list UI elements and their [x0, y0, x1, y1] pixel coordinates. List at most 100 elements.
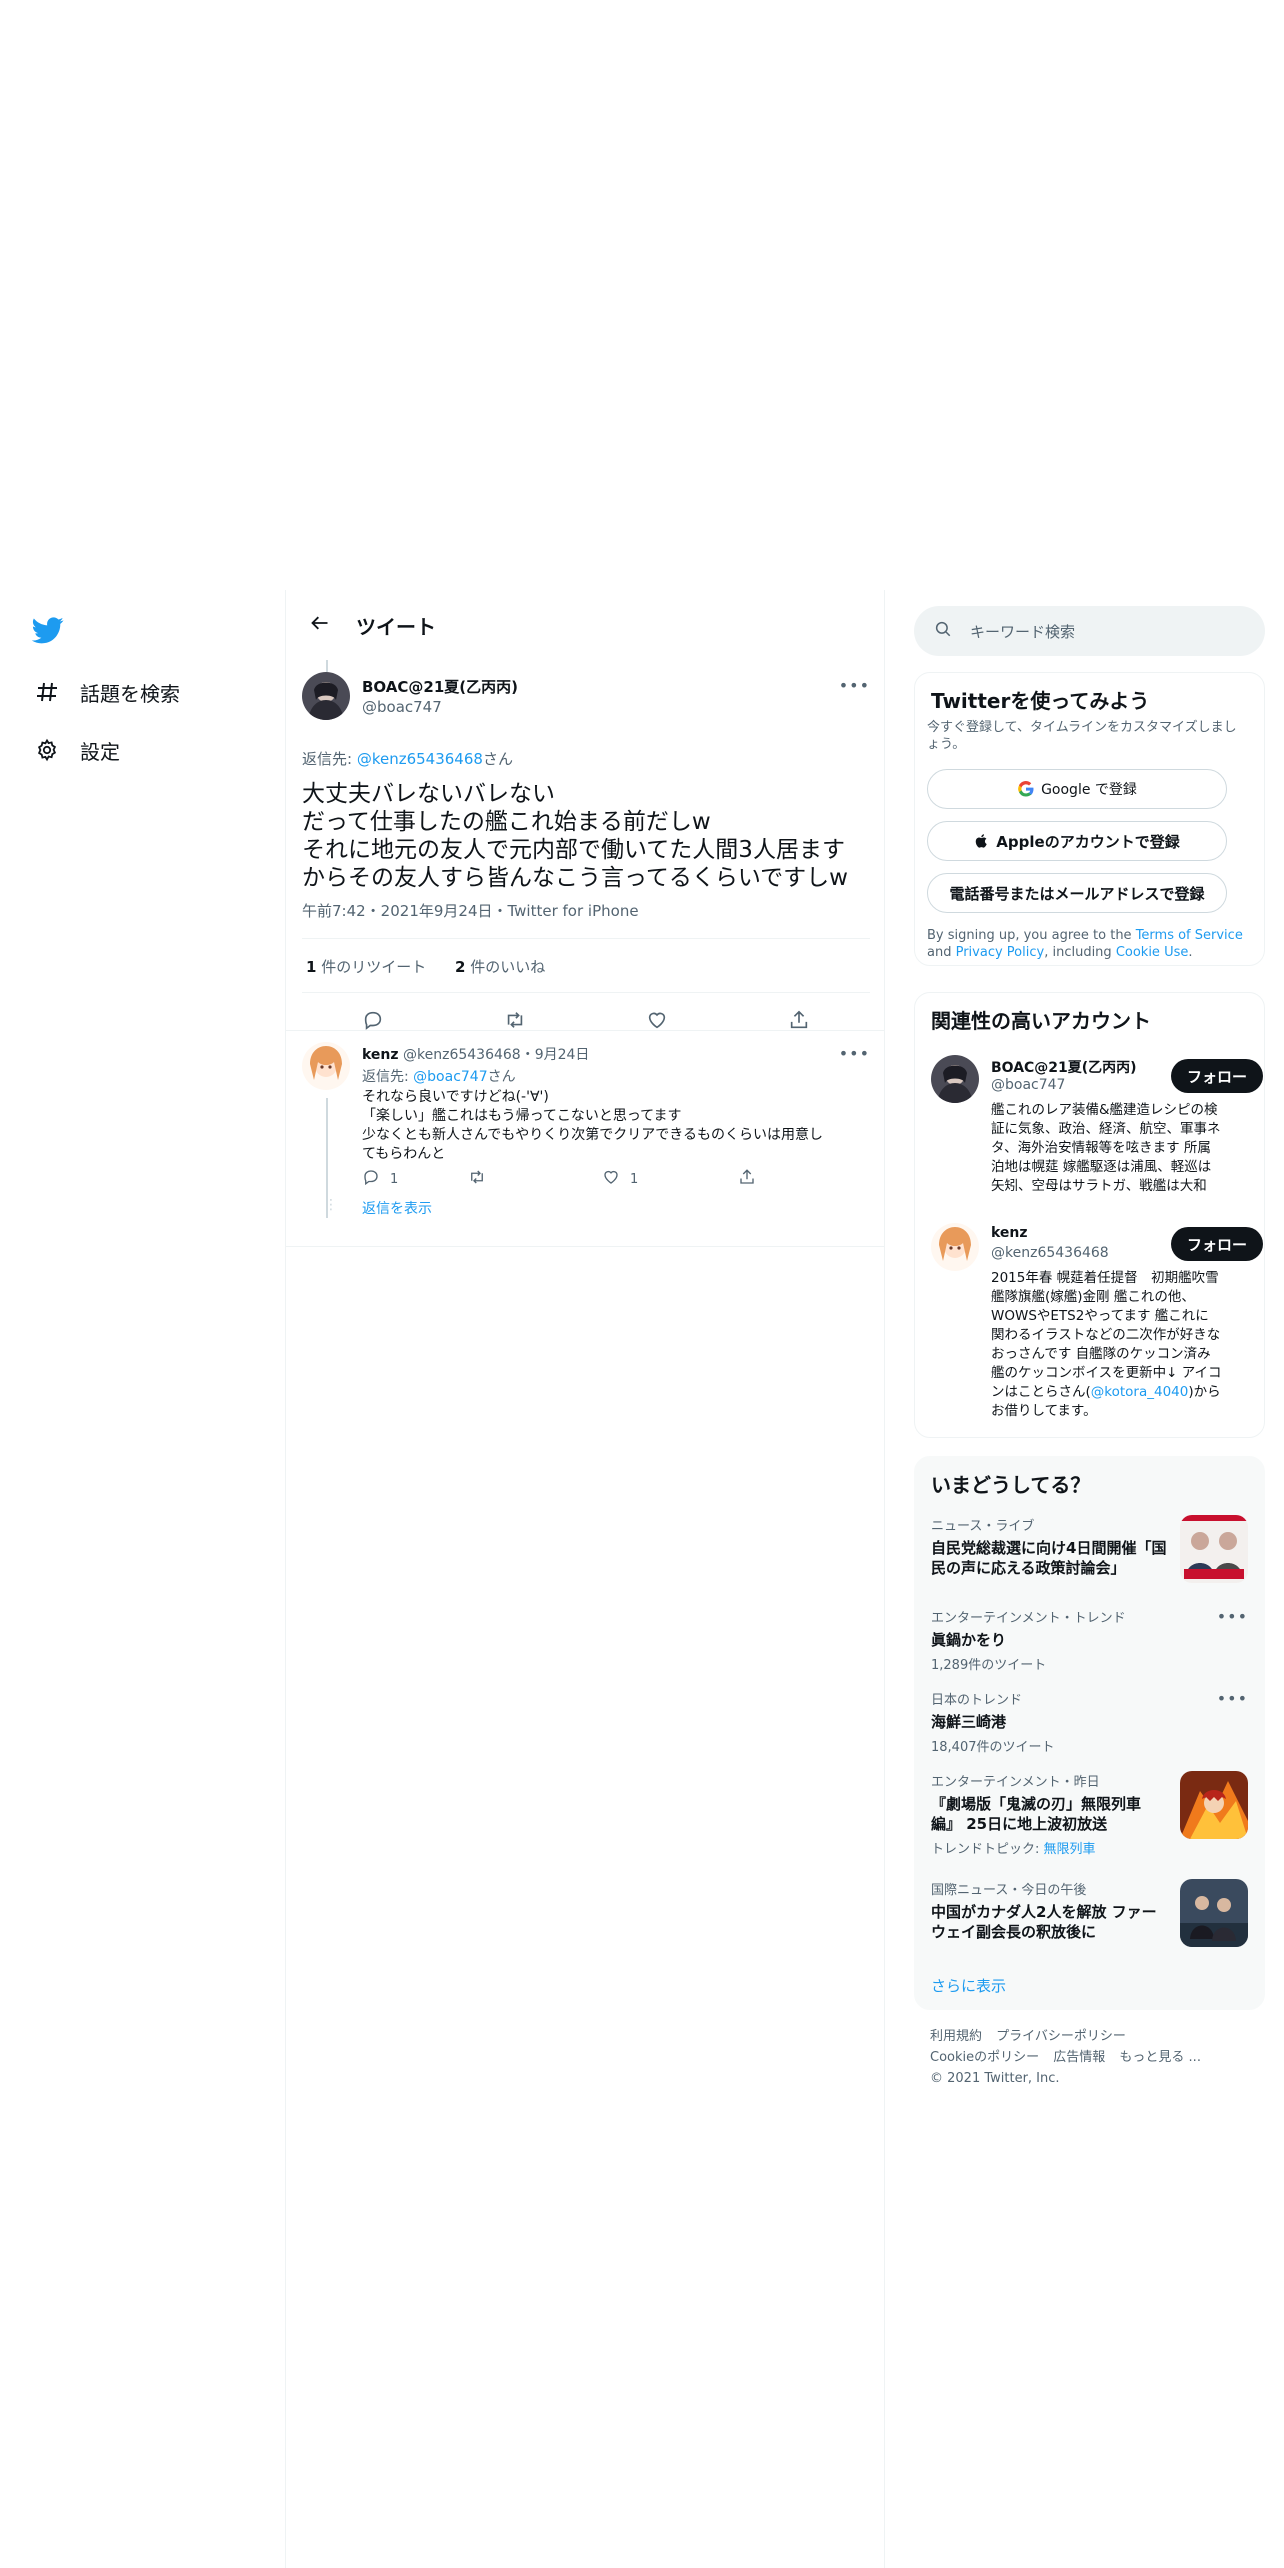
- trend-name-line: ウェイ副会長の釈放後に: [931, 1923, 1097, 1941]
- trends-title: いまどうしてる？: [931, 1473, 1091, 1497]
- reply-header: kenz @kenz65436468・9月24日: [362, 1044, 589, 1064]
- show-more-link[interactable]: さらに表示: [931, 1975, 1006, 1996]
- more-icon[interactable]: •••: [839, 1044, 870, 1063]
- avatar[interactable]: [302, 1042, 350, 1090]
- trend-name: 『劇場版「鬼滅の刃」無限列車 編』 25日に地上波初放送: [931, 1794, 1171, 1834]
- trend-name-line: 『劇場版「鬼滅の刃」無限列車: [931, 1795, 1142, 1813]
- trend-item[interactable]: 国際ニュース・今日の午後 中国がカナダ人2人を解放 ファー ウェイ副会長の釈放後…: [931, 1879, 1248, 1949]
- trend-topic: トレンドトピック: 無限列車: [931, 1838, 1248, 1857]
- nav-explore[interactable]: 話題を検索: [34, 672, 180, 712]
- page-title: ツイート: [356, 614, 436, 639]
- reply-author-name[interactable]: kenz: [362, 1047, 399, 1063]
- like-action[interactable]: 1: [602, 1168, 738, 1190]
- more-icon[interactable]: •••: [839, 676, 870, 695]
- retweet-stat[interactable]: 1 件のリツイート: [306, 958, 426, 976]
- reply-to-line: 返信先: @kenz65436468さん: [302, 748, 513, 769]
- nav-settings[interactable]: 設定: [34, 730, 120, 770]
- like-icon[interactable]: [646, 1009, 668, 1035]
- reply-mention-link[interactable]: @kenz65436468: [357, 750, 483, 768]
- reply-icon[interactable]: [362, 1009, 384, 1035]
- search-bar[interactable]: キーワード検索: [914, 606, 1265, 656]
- retweet-action[interactable]: [468, 1168, 602, 1190]
- google-signup-button[interactable]: Google で登録: [927, 769, 1227, 809]
- terms-text: .: [1188, 945, 1193, 960]
- show-replies-link[interactable]: 返信を表示: [362, 1198, 432, 1218]
- trend-item[interactable]: 日本のトレンド 海鮮三崎港 18,407件のツイート •••: [931, 1689, 1248, 1755]
- signup-title: Twitterを使ってみよう: [931, 689, 1150, 713]
- trend-item[interactable]: エンターテインメント・トレンド 眞鍋かをり 1,289件のツイート •••: [931, 1607, 1248, 1673]
- tweet-stats: 1 件のリツイート 2 件のいいね: [306, 956, 545, 977]
- twitter-logo[interactable]: [31, 614, 64, 646]
- bio-line: 2015年春 幌莚着任提督 初期艦吹雪: [991, 1270, 1219, 1286]
- trend-meta: エンターテインメント・トレンド: [931, 1611, 1126, 1626]
- author-handle[interactable]: @boac747: [362, 698, 442, 716]
- author-name[interactable]: BOAC@21夏(乙丙丙): [362, 676, 518, 697]
- apple-signup-label: Appleのアカウントで登録: [996, 832, 1180, 851]
- reply-date[interactable]: ・9月24日: [521, 1047, 590, 1063]
- reply-mention-link[interactable]: @boac747: [413, 1069, 487, 1085]
- tweet-text-line: からその友人すら皆んなこう言ってるくらいですしw: [302, 865, 848, 891]
- account-handle[interactable]: @kenz65436468: [991, 1245, 1109, 1261]
- terms-link[interactable]: Terms of Service: [1136, 928, 1243, 943]
- divider: [302, 938, 870, 939]
- more-icon[interactable]: •••: [1217, 1689, 1248, 1708]
- trend-name-line: 中国がカナダ人2人を解放 ファー: [931, 1903, 1157, 1921]
- back-button[interactable]: [302, 607, 338, 643]
- bio-line: ンはことらさん(@kotora_4040)から: [991, 1383, 1222, 1402]
- footer-link[interactable]: 利用規約: [930, 2029, 982, 2044]
- bio-line: 関わるイラストなどの二次作が好きな: [991, 1327, 1221, 1343]
- footer-link[interactable]: プライバシーポリシー: [996, 2029, 1126, 2044]
- page-header: ツイート: [286, 590, 884, 660]
- bio-line: WOWSやETS2やってます 艦これに: [991, 1308, 1209, 1324]
- footer: 利用規約 プライバシーポリシー Cookieのポリシー 広告情報 もっと見る .…: [930, 2026, 1260, 2089]
- bio-mention-link[interactable]: @kotora_4040: [1091, 1384, 1189, 1400]
- retweet-label: 件のリツイート: [316, 958, 427, 976]
- account-name[interactable]: BOAC@21夏(乙丙丙): [991, 1057, 1137, 1077]
- trend-meta: 日本のトレンド: [931, 1693, 1023, 1708]
- bio-line: おっさんです 自艦隊のケッコン済み: [991, 1346, 1211, 1362]
- search-input[interactable]: キーワード検索: [970, 621, 1075, 642]
- follow-button[interactable]: フォロー: [1170, 1059, 1263, 1093]
- avatar[interactable]: [931, 1223, 979, 1271]
- reply-count: 1: [390, 1171, 399, 1187]
- reply-prefix: 返信先:: [362, 1069, 414, 1085]
- avatar[interactable]: [931, 1055, 979, 1103]
- phone-signup-button[interactable]: 電話番号またはメールアドレスで登録: [927, 873, 1227, 913]
- share-icon[interactable]: [788, 1009, 810, 1035]
- apple-signup-button[interactable]: Appleのアカウントで登録: [927, 821, 1227, 861]
- share-icon[interactable]: [738, 1168, 756, 1190]
- like-stat[interactable]: 2 件のいいね: [455, 958, 545, 976]
- account-name[interactable]: kenz: [991, 1225, 1028, 1241]
- more-icon[interactable]: •••: [1217, 1607, 1248, 1626]
- reply-text-line: それなら良いですけどね(-'∀'): [362, 1089, 549, 1105]
- reply-tweet[interactable]: kenz @kenz65436468・9月24日 ••• 返信先: @boac7…: [302, 1042, 870, 1224]
- reply-author-handle[interactable]: @kenz65436468: [403, 1047, 521, 1063]
- footer-link[interactable]: 広告情報: [1053, 2050, 1105, 2065]
- account-handle[interactable]: @boac747: [991, 1077, 1065, 1093]
- main-column: ツイート BOAC@21夏(乙丙丙) @boac747 ••• 返信先: @ke…: [285, 590, 885, 2568]
- apple-icon: [974, 833, 990, 849]
- trend-item[interactable]: エンターテインメント・昨日 『劇場版「鬼滅の刃」無限列車 編』 25日に地上波初…: [931, 1771, 1248, 1857]
- nav-settings-label: 設定: [80, 739, 120, 764]
- reply-suffix: さん: [487, 1069, 516, 1085]
- avatar[interactable]: [302, 672, 350, 720]
- account-bio: 艦これのレア装備&艦建造レシピの検 証に気象、政治、経済、航空、軍事ネ タ、海外…: [991, 1101, 1221, 1196]
- trend-topic-link[interactable]: 無限列車: [1044, 1842, 1096, 1857]
- reply-action[interactable]: 1: [362, 1168, 468, 1190]
- trend-name-line: 自民党総裁選に向け4日間開催「国: [931, 1539, 1167, 1557]
- retweet-icon[interactable]: [504, 1009, 526, 1035]
- like-label: 件のいいね: [465, 958, 546, 976]
- footer-link[interactable]: Cookieのポリシー: [930, 2050, 1039, 2065]
- reply-text-line: てもらわんと: [362, 1146, 446, 1162]
- privacy-link[interactable]: Privacy Policy: [956, 945, 1045, 960]
- like-count: 1: [630, 1171, 639, 1187]
- footer-link[interactable]: もっと見る ...: [1119, 2050, 1201, 2065]
- trend-item[interactable]: ニュース・ライブ 自民党総裁選に向け4日間開催「国 民の声に応える政策討論会」: [931, 1515, 1248, 1585]
- follow-button[interactable]: フォロー: [1170, 1227, 1263, 1261]
- tweet-timestamp[interactable]: 午前7:42・2021年9月24日・Twitter for iPhone: [302, 900, 639, 921]
- trend-name: 自民党総裁選に向け4日間開催「国 民の声に応える政策討論会」: [931, 1538, 1171, 1578]
- tweet-text-line: だって仕事したの艦これ始まる前だしw: [302, 809, 711, 835]
- thread-connector: [326, 660, 328, 672]
- retweet-icon: [468, 1168, 486, 1190]
- cookie-link[interactable]: Cookie Use: [1116, 945, 1189, 960]
